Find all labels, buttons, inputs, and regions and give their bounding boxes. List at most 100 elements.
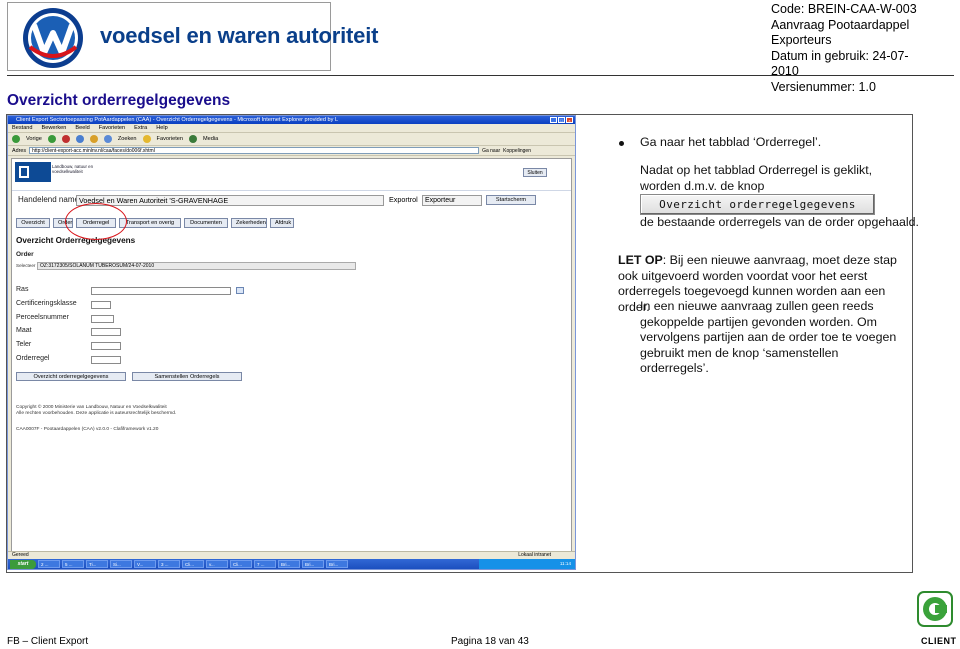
stop-icon[interactable] <box>61 135 70 143</box>
menu-favorieten[interactable]: Favorieten <box>99 124 125 132</box>
zone-text: Lokaal intranet <box>518 552 551 558</box>
status-text: Gereed <box>12 552 29 558</box>
ie-title: Client Export Sectortoepassing PotAardap… <box>16 117 339 123</box>
fetched-text: de bestaande orderregels van de order op… <box>640 215 919 229</box>
address-field[interactable]: http://client-export-acc.minlnv.nl/caa/f… <box>29 147 480 154</box>
ras-input[interactable] <box>91 287 231 295</box>
field-teler: Teler <box>16 341 256 352</box>
address-label: Adres <box>12 147 27 154</box>
warning-indent: In een nieuwe aanvraag zullen geen reeds… <box>640 299 897 376</box>
task-8[interactable]: v... <box>206 560 228 568</box>
order-label: Order <box>16 251 34 258</box>
startscherm-button[interactable]: Startscherm <box>486 195 536 205</box>
field-orderregel: Orderregel <box>16 355 256 366</box>
samenstellen-orderregels-button[interactable]: Samenstellen Orderregels <box>132 372 242 381</box>
tool-search[interactable]: Zoeken <box>118 133 137 146</box>
sluiten-button[interactable]: Sluiten <box>523 168 547 177</box>
taskbar: start 2 ... 5 ... Ti... Si... V... 3 ...… <box>8 559 575 569</box>
menu-extra[interactable]: Extra <box>134 124 147 132</box>
open-text: Nadat op het tabblad Orderregel is gekli… <box>640 163 873 193</box>
home-icon[interactable] <box>89 135 98 143</box>
handelend-field[interactable]: Voedsel en Waren Autoriteit 'S-GRAVENHAG… <box>76 195 384 206</box>
task-2[interactable]: 5 ... <box>62 560 84 568</box>
menu-help[interactable]: Help <box>156 124 168 132</box>
task-10[interactable]: 7 ... <box>254 560 276 568</box>
document-meta: Code: BREIN-CAA-W-003 Aanvraag Pootaarda… <box>771 2 931 96</box>
menu-bestand[interactable]: Bestand <box>12 124 33 132</box>
perceelsnummer-label: Perceelsnummer <box>16 314 69 321</box>
task-3[interactable]: Ti... <box>86 560 108 568</box>
tab-overzicht[interactable]: Overzicht <box>16 218 50 228</box>
close-icon[interactable]: × <box>566 117 573 123</box>
task-13[interactable]: Bri... <box>326 560 348 568</box>
tab-documenten[interactable]: Documenten <box>184 218 228 228</box>
order-row: Selecteer OZ:3172305/SOLANUM TUBEROSUM/2… <box>16 262 356 270</box>
start-button[interactable]: start <box>10 559 36 569</box>
highlight-circle <box>65 203 127 240</box>
tab-afdruk[interactable]: Afdruk <box>270 218 294 228</box>
task-11[interactable]: Bri... <box>278 560 300 568</box>
client-logo-text: CLIENT <box>921 636 957 646</box>
logo-text: voedsel en waren autoriteit <box>100 23 379 48</box>
field-perceelsnummer: Perceelsnummer <box>16 314 256 325</box>
ie-menubar: Bestand Bewerken Beeld Favorieten Extra … <box>8 124 575 133</box>
orderregel-input[interactable] <box>91 356 121 364</box>
vwa-logo-icon <box>23 8 83 68</box>
orderregel-label: Orderregel <box>16 355 50 362</box>
favorites-icon[interactable] <box>142 135 151 143</box>
copyright-line-2: Alle rechten voorbehouden. Deze applicat… <box>16 411 177 416</box>
maat-input[interactable] <box>91 328 121 336</box>
refresh-icon[interactable] <box>75 135 84 143</box>
task-5[interactable]: V... <box>134 560 156 568</box>
field-maat: Maat <box>16 327 256 338</box>
header-rule <box>7 75 954 76</box>
task-1[interactable]: 2 ... <box>38 560 60 568</box>
vwa-logo-box: voedsel en waren autoriteit <box>7 2 378 71</box>
links-label[interactable]: Koppelingen <box>503 146 531 156</box>
exportrol-label: Exportrol <box>389 195 418 204</box>
task-6[interactable]: 3 ... <box>158 560 180 568</box>
go-button[interactable]: Ga naar <box>482 146 500 156</box>
forward-icon[interactable] <box>47 135 56 143</box>
instructions: Ga naar het tabblad ‘Orderregel’. Nadat … <box>578 115 919 572</box>
overzicht-orderregelgegevens-button[interactable]: Overzicht orderregelgegevens <box>16 372 126 381</box>
task-4[interactable]: Si... <box>110 560 132 568</box>
lookup-icon[interactable] <box>236 287 244 294</box>
task-9[interactable]: Cli... <box>230 560 252 568</box>
order-field[interactable]: OZ:3172305/SOLANUM TUBEROSUM/24-07-2010 <box>37 262 356 270</box>
certificeringsklasse-select[interactable] <box>91 301 111 309</box>
task-12[interactable]: Bri... <box>302 560 324 568</box>
overzicht-button-image: Overzicht orderregelgegevens <box>640 194 875 215</box>
bullet-icon <box>619 141 624 146</box>
tool-media[interactable]: Media <box>203 133 218 146</box>
search-icon[interactable] <box>103 135 112 143</box>
tab-zekerheden[interactable]: Zekerheden <box>231 218 267 228</box>
media-icon[interactable] <box>188 135 197 143</box>
tab-transport[interactable]: Transport en overig <box>119 218 181 228</box>
warning-label: LET OP <box>618 253 663 267</box>
doc-version: Versienummer: 1.0 <box>771 79 876 94</box>
footer-left: FB – Client Export <box>7 636 89 647</box>
page-header: Landbouw, natuur en voedselkwaliteit Slu… <box>12 159 571 191</box>
menu-bewerken[interactable]: Bewerken <box>42 124 67 132</box>
task-7[interactable]: Cli... <box>182 560 204 568</box>
ie-toolbar: Vorige Zoeken Favorieten Media <box>8 133 575 146</box>
tool-favorites[interactable]: Favorieten <box>157 133 183 146</box>
doc-code: Code: BREIN-CAA-W-003 <box>771 2 917 16</box>
maximize-icon[interactable]: □ <box>558 117 565 123</box>
field-certificeringsklasse: Certificeringsklasse <box>16 300 256 311</box>
back-icon[interactable] <box>12 135 20 143</box>
order-radio[interactable]: Selecteer <box>16 263 35 268</box>
menu-beeld[interactable]: Beeld <box>75 124 89 132</box>
perceelsnummer-input[interactable] <box>91 315 114 323</box>
ministry-logo-icon <box>15 162 51 182</box>
field-ras: Ras <box>16 286 256 297</box>
minimize-icon[interactable]: _ <box>550 117 557 123</box>
ie-window: Client Export Sectortoepassing PotAardap… <box>7 115 576 570</box>
teler-label: Teler <box>16 341 32 348</box>
teler-input[interactable] <box>91 342 121 350</box>
ras-label: Ras <box>16 286 29 293</box>
tool-back[interactable]: Vorige <box>26 133 42 146</box>
exportrol-field[interactable]: Exporteur <box>422 195 482 206</box>
section-title: Overzicht orderregelgegevens <box>7 92 231 109</box>
